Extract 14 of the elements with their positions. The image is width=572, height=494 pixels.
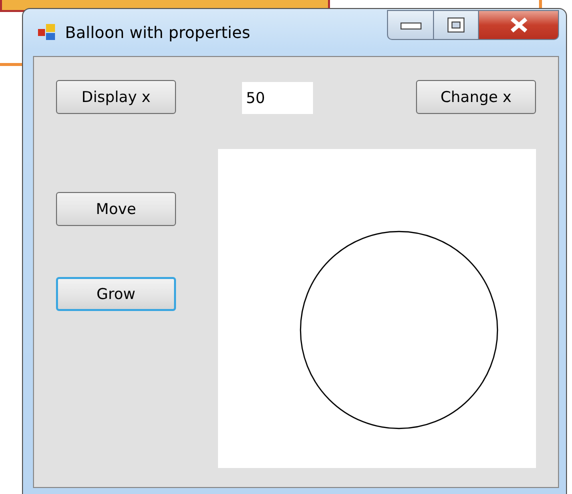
x-input-field[interactable]: 50	[242, 82, 313, 114]
form-button[interactable]: Change x	[416, 80, 536, 114]
window-title: Balloon with properties	[65, 22, 250, 44]
form-button[interactable]: Grow	[56, 277, 176, 311]
minimize-button[interactable]	[387, 10, 434, 40]
accent-line	[0, 63, 24, 66]
app-icon	[37, 22, 57, 42]
form-button[interactable]: Display x	[56, 80, 176, 114]
form-button[interactable]: Move	[56, 192, 176, 226]
close-icon	[508, 17, 528, 33]
close-button[interactable]	[479, 10, 559, 40]
maximize-icon	[447, 17, 465, 33]
maximize-button[interactable]	[434, 10, 479, 40]
minimize-icon	[400, 20, 422, 30]
